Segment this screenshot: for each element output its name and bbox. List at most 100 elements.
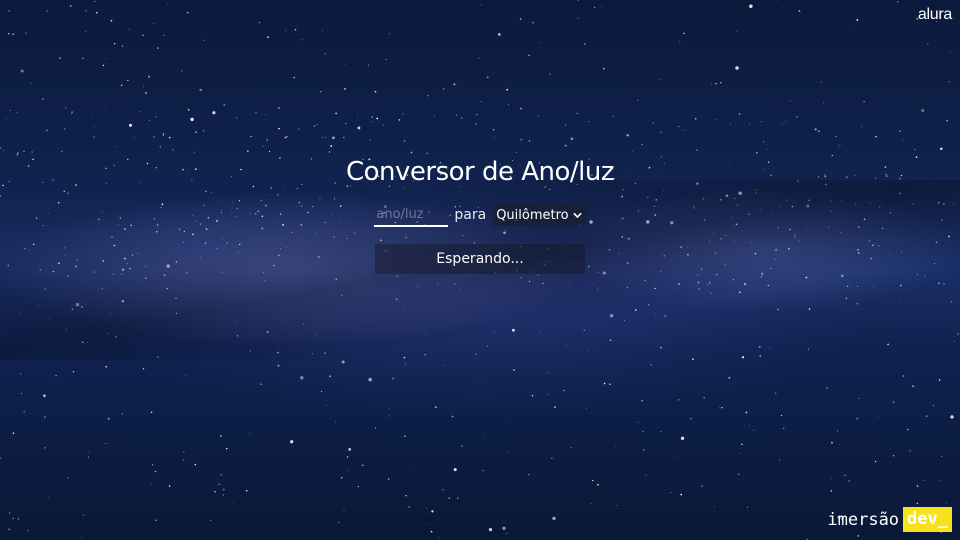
star [798, 10, 801, 12]
star [343, 137, 345, 139]
star [149, 120, 150, 121]
star [664, 315, 666, 317]
star [316, 334, 318, 335]
star [236, 334, 239, 337]
star [641, 144, 643, 146]
unit-select[interactable]: Quilômetro [492, 204, 586, 226]
star [743, 282, 747, 286]
star [218, 483, 220, 486]
star [443, 88, 445, 90]
star [20, 69, 24, 73]
star [92, 117, 93, 119]
star [612, 115, 614, 117]
star [564, 144, 567, 147]
star [620, 299, 622, 301]
star [389, 407, 391, 409]
star [715, 82, 717, 85]
star [278, 127, 280, 130]
star [265, 113, 267, 115]
star [157, 47, 159, 49]
star [851, 23, 853, 25]
star [44, 288, 47, 291]
star [134, 137, 135, 139]
star [801, 411, 803, 413]
star [858, 397, 860, 400]
star [620, 132, 621, 134]
star [278, 107, 280, 109]
star [634, 309, 637, 311]
star [343, 509, 345, 512]
star [697, 281, 700, 284]
star [236, 117, 238, 119]
star [938, 379, 941, 381]
star [18, 312, 20, 314]
star [780, 414, 783, 417]
star [586, 407, 587, 409]
star [455, 114, 458, 116]
light-year-input[interactable] [374, 203, 449, 227]
star [162, 133, 165, 135]
star [434, 115, 436, 117]
star [44, 447, 46, 449]
star [655, 313, 657, 315]
star [321, 136, 323, 139]
star [823, 102, 825, 104]
star [542, 282, 544, 285]
result-output: Esperando... [375, 244, 585, 274]
star [357, 126, 361, 130]
star [950, 415, 954, 419]
star [0, 457, 2, 459]
star [909, 450, 911, 452]
star [115, 146, 116, 148]
star [96, 11, 98, 14]
star [775, 392, 777, 394]
star [603, 67, 605, 70]
star [194, 463, 197, 466]
star [848, 480, 850, 482]
star [486, 345, 488, 347]
star [214, 491, 216, 493]
star [453, 468, 457, 472]
star [17, 518, 20, 520]
star [331, 295, 333, 296]
star [761, 121, 762, 123]
star [856, 302, 859, 305]
star [175, 312, 178, 315]
star [71, 112, 73, 114]
star [694, 118, 697, 120]
star [923, 479, 925, 481]
star [721, 407, 723, 409]
star [845, 297, 847, 299]
star [528, 140, 531, 142]
star [520, 139, 522, 141]
star [150, 411, 153, 414]
star [7, 32, 10, 35]
star [64, 407, 65, 409]
star [678, 126, 680, 128]
star [679, 41, 681, 43]
star [311, 353, 314, 355]
star [105, 58, 106, 60]
star [104, 106, 106, 108]
star [902, 139, 904, 141]
star [839, 144, 841, 146]
star [448, 497, 450, 499]
star [392, 377, 394, 380]
star [293, 331, 295, 333]
star [255, 112, 257, 114]
star [12, 432, 15, 434]
star [335, 112, 337, 115]
star [330, 450, 331, 452]
star [277, 351, 279, 354]
star [332, 136, 335, 140]
star [101, 288, 104, 290]
star [645, 474, 647, 476]
star [6, 118, 8, 120]
star [324, 53, 326, 55]
star [81, 341, 84, 344]
star [685, 129, 686, 131]
star [939, 147, 943, 151]
star [643, 449, 645, 451]
star [322, 30, 324, 32]
star [293, 76, 296, 79]
